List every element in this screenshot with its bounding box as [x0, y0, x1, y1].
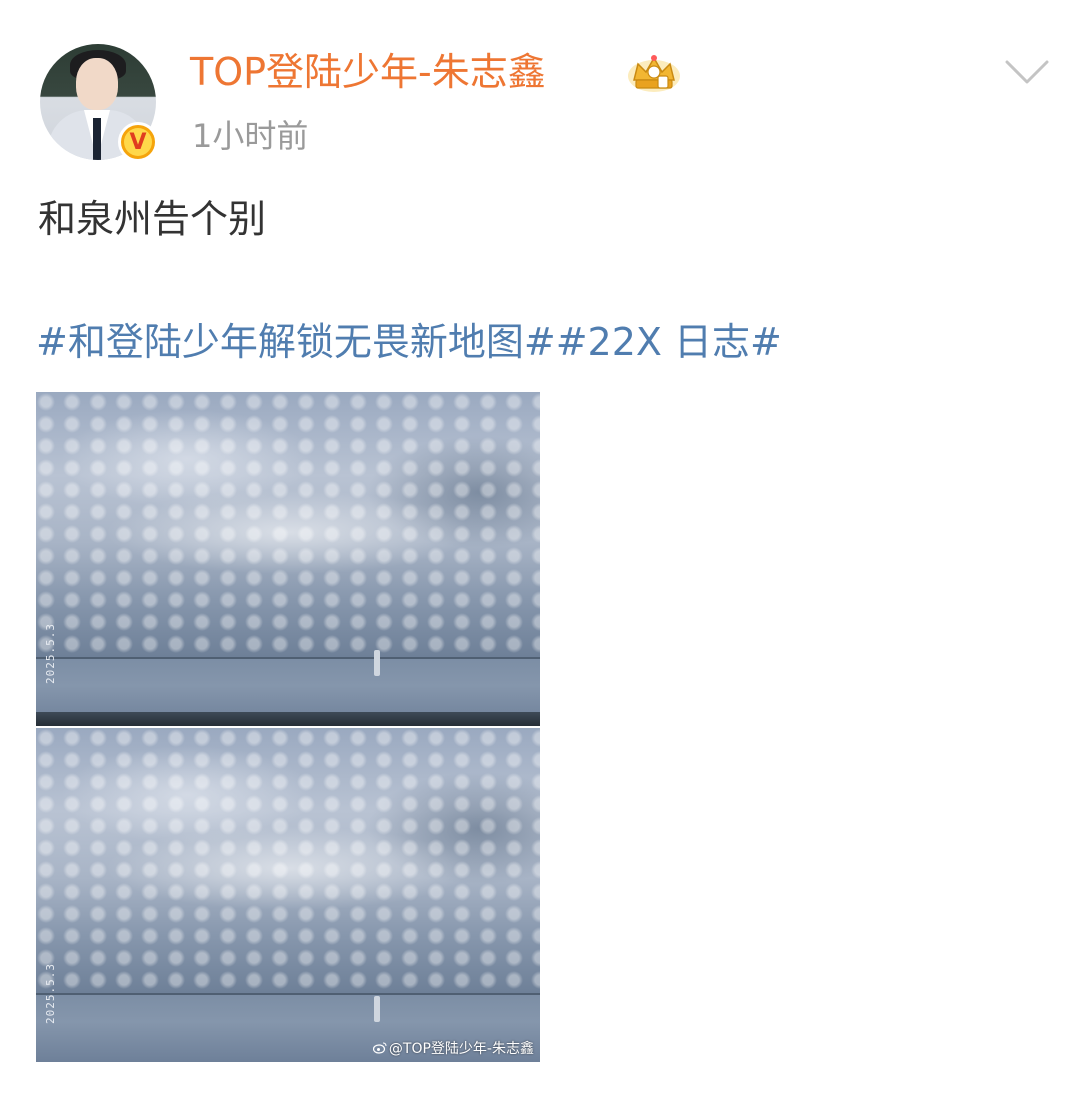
topic-link[interactable]: #和登陆少年解锁无畏新地图# — [36, 320, 556, 364]
chevron-down-icon[interactable] — [1004, 58, 1050, 86]
date-stamp: 2025.5.3 — [44, 623, 57, 684]
topic-list: #和登陆少年解锁无畏新地图##22X 日志# — [36, 314, 782, 378]
lighthouse — [374, 650, 380, 676]
avatar[interactable]: V — [40, 44, 158, 162]
verified-badge-letter: V — [124, 128, 152, 156]
post-text: 和泉州告个别 — [38, 197, 267, 241]
watermark-text: @TOP登陆少年-朱志鑫 — [388, 1041, 534, 1057]
crown-badge-icon[interactable] — [626, 50, 682, 94]
weibo-post: V TOP登陆少年-朱志鑫 1小时前 和泉州告个别 #和登陆少年解锁无畏新地图#… — [0, 0, 1080, 1094]
topic-link[interactable]: #22X 日志# — [556, 320, 782, 364]
weibo-logo-icon — [372, 1042, 387, 1054]
post-image[interactable]: 2025.5.3 @TOP登陆少年-朱志鑫 — [36, 728, 540, 1062]
username[interactable]: TOP登陆少年-朱志鑫 — [190, 46, 546, 98]
date-stamp: 2025.5.3 — [44, 963, 57, 1024]
post-timestamp: 1小时前 — [192, 117, 309, 155]
verified-icon: V — [118, 122, 158, 162]
lighthouse — [374, 996, 380, 1022]
post-image[interactable]: 2025.5.3 — [36, 392, 540, 726]
image-watermark: @TOP登陆少年-朱志鑫 — [372, 1038, 534, 1058]
